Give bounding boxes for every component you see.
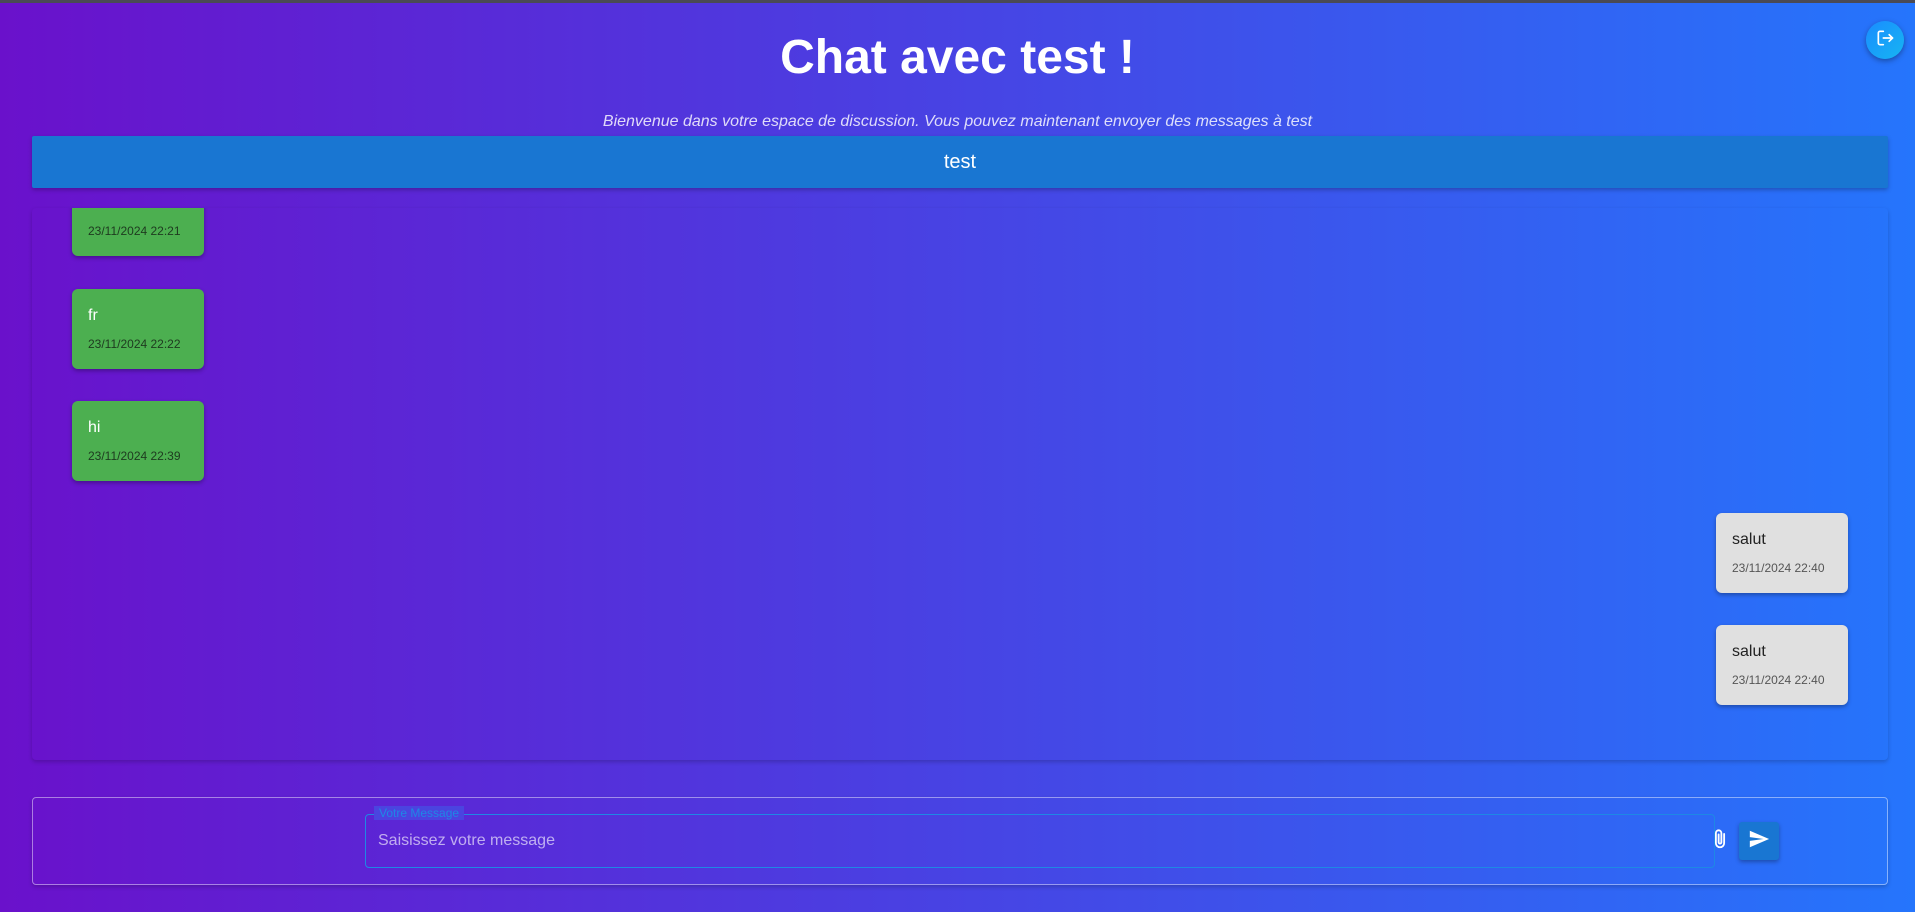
message-text: .. — [88, 208, 188, 212]
send-icon — [1747, 828, 1771, 855]
page-subtitle: Bienvenue dans votre espace de discussio… — [602, 113, 1313, 130]
message-bubble-sent: hi 23/11/2024 22:39 — [72, 401, 204, 481]
message-text: salut — [1732, 531, 1766, 548]
message-time: 23/11/2024 22:22 — [88, 337, 181, 351]
message-bubble-received: salut 23/11/2024 22:40 — [1716, 625, 1848, 705]
message-text: salut — [1732, 643, 1766, 660]
message-time: 23/11/2024 22:21 — [88, 224, 181, 238]
composer-panel: Votre Message — [32, 797, 1888, 885]
send-button[interactable] — [1739, 822, 1779, 860]
page-title: Chat avec test ! — [780, 31, 1135, 84]
message-time: 23/11/2024 22:40 — [1732, 561, 1825, 575]
message-text: fr — [88, 307, 98, 324]
message-time: 23/11/2024 22:40 — [1732, 673, 1825, 687]
message-input[interactable] — [366, 815, 1714, 867]
messages-panel[interactable]: .. 23/11/2024 22:21 fr 23/11/2024 22:22 … — [32, 208, 1888, 760]
window-top-strip — [0, 0, 1915, 3]
contact-name: test — [943, 150, 977, 173]
message-text: hi — [88, 419, 101, 436]
message-bubble-received: salut 23/11/2024 22:40 — [1716, 513, 1848, 593]
attach-file-button[interactable] — [1707, 828, 1733, 854]
contact-header: test — [32, 136, 1888, 188]
message-field[interactable]: Votre Message — [365, 806, 1715, 868]
message-bubble-sent: .. 23/11/2024 22:21 — [72, 208, 204, 256]
message-time: 23/11/2024 22:39 — [88, 449, 181, 463]
paperclip-icon — [1709, 828, 1731, 855]
message-bubble-sent: fr 23/11/2024 22:22 — [72, 289, 204, 369]
